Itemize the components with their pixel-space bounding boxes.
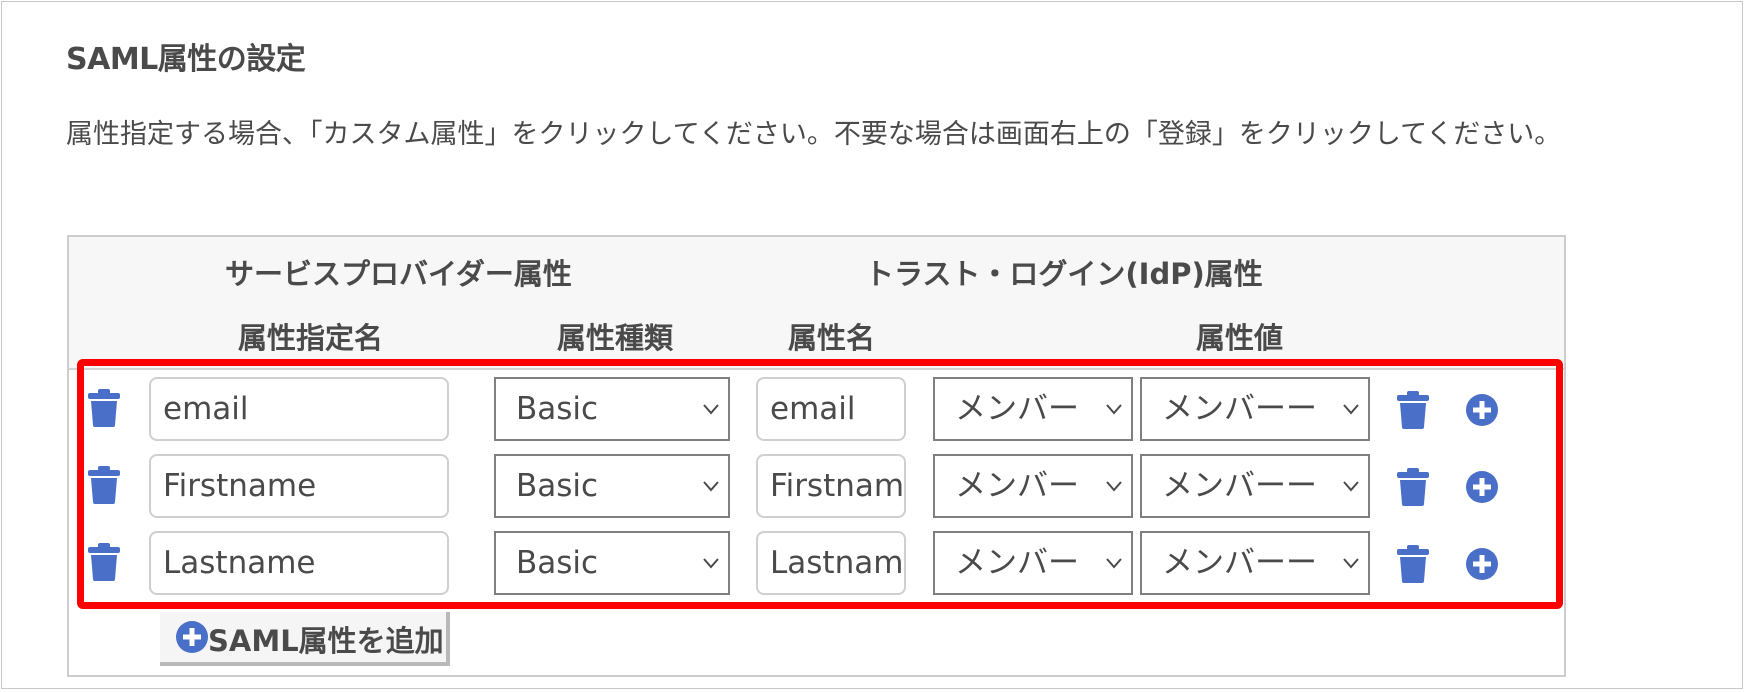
column-header-attr-value: 属性値	[1196, 321, 1284, 355]
add-saml-attribute-label: SAML属性を追加	[208, 624, 444, 658]
group-header-sp: サービスプロバイダー属性	[225, 257, 572, 291]
table-group-header-row: サービスプロバイダー属性 トラスト・ログイン(IdP)属性	[69, 237, 1564, 305]
add-saml-attribute-button[interactable]: SAML属性を追加	[160, 612, 450, 666]
group-header-idp: トラスト・ログイン(IdP)属性	[865, 257, 1263, 291]
column-header-attr-name: 属性名	[788, 321, 876, 355]
highlight-box	[77, 359, 1563, 609]
section-title: SAML属性の設定	[66, 42, 306, 77]
section-description: 属性指定する場合、「カスタム属性」をクリックしてください。不要な場合は画面右上の…	[66, 119, 1562, 150]
column-header-name: 属性指定名	[238, 321, 384, 355]
column-header-type: 属性種類	[557, 321, 674, 355]
plus-circle-icon	[176, 621, 208, 653]
